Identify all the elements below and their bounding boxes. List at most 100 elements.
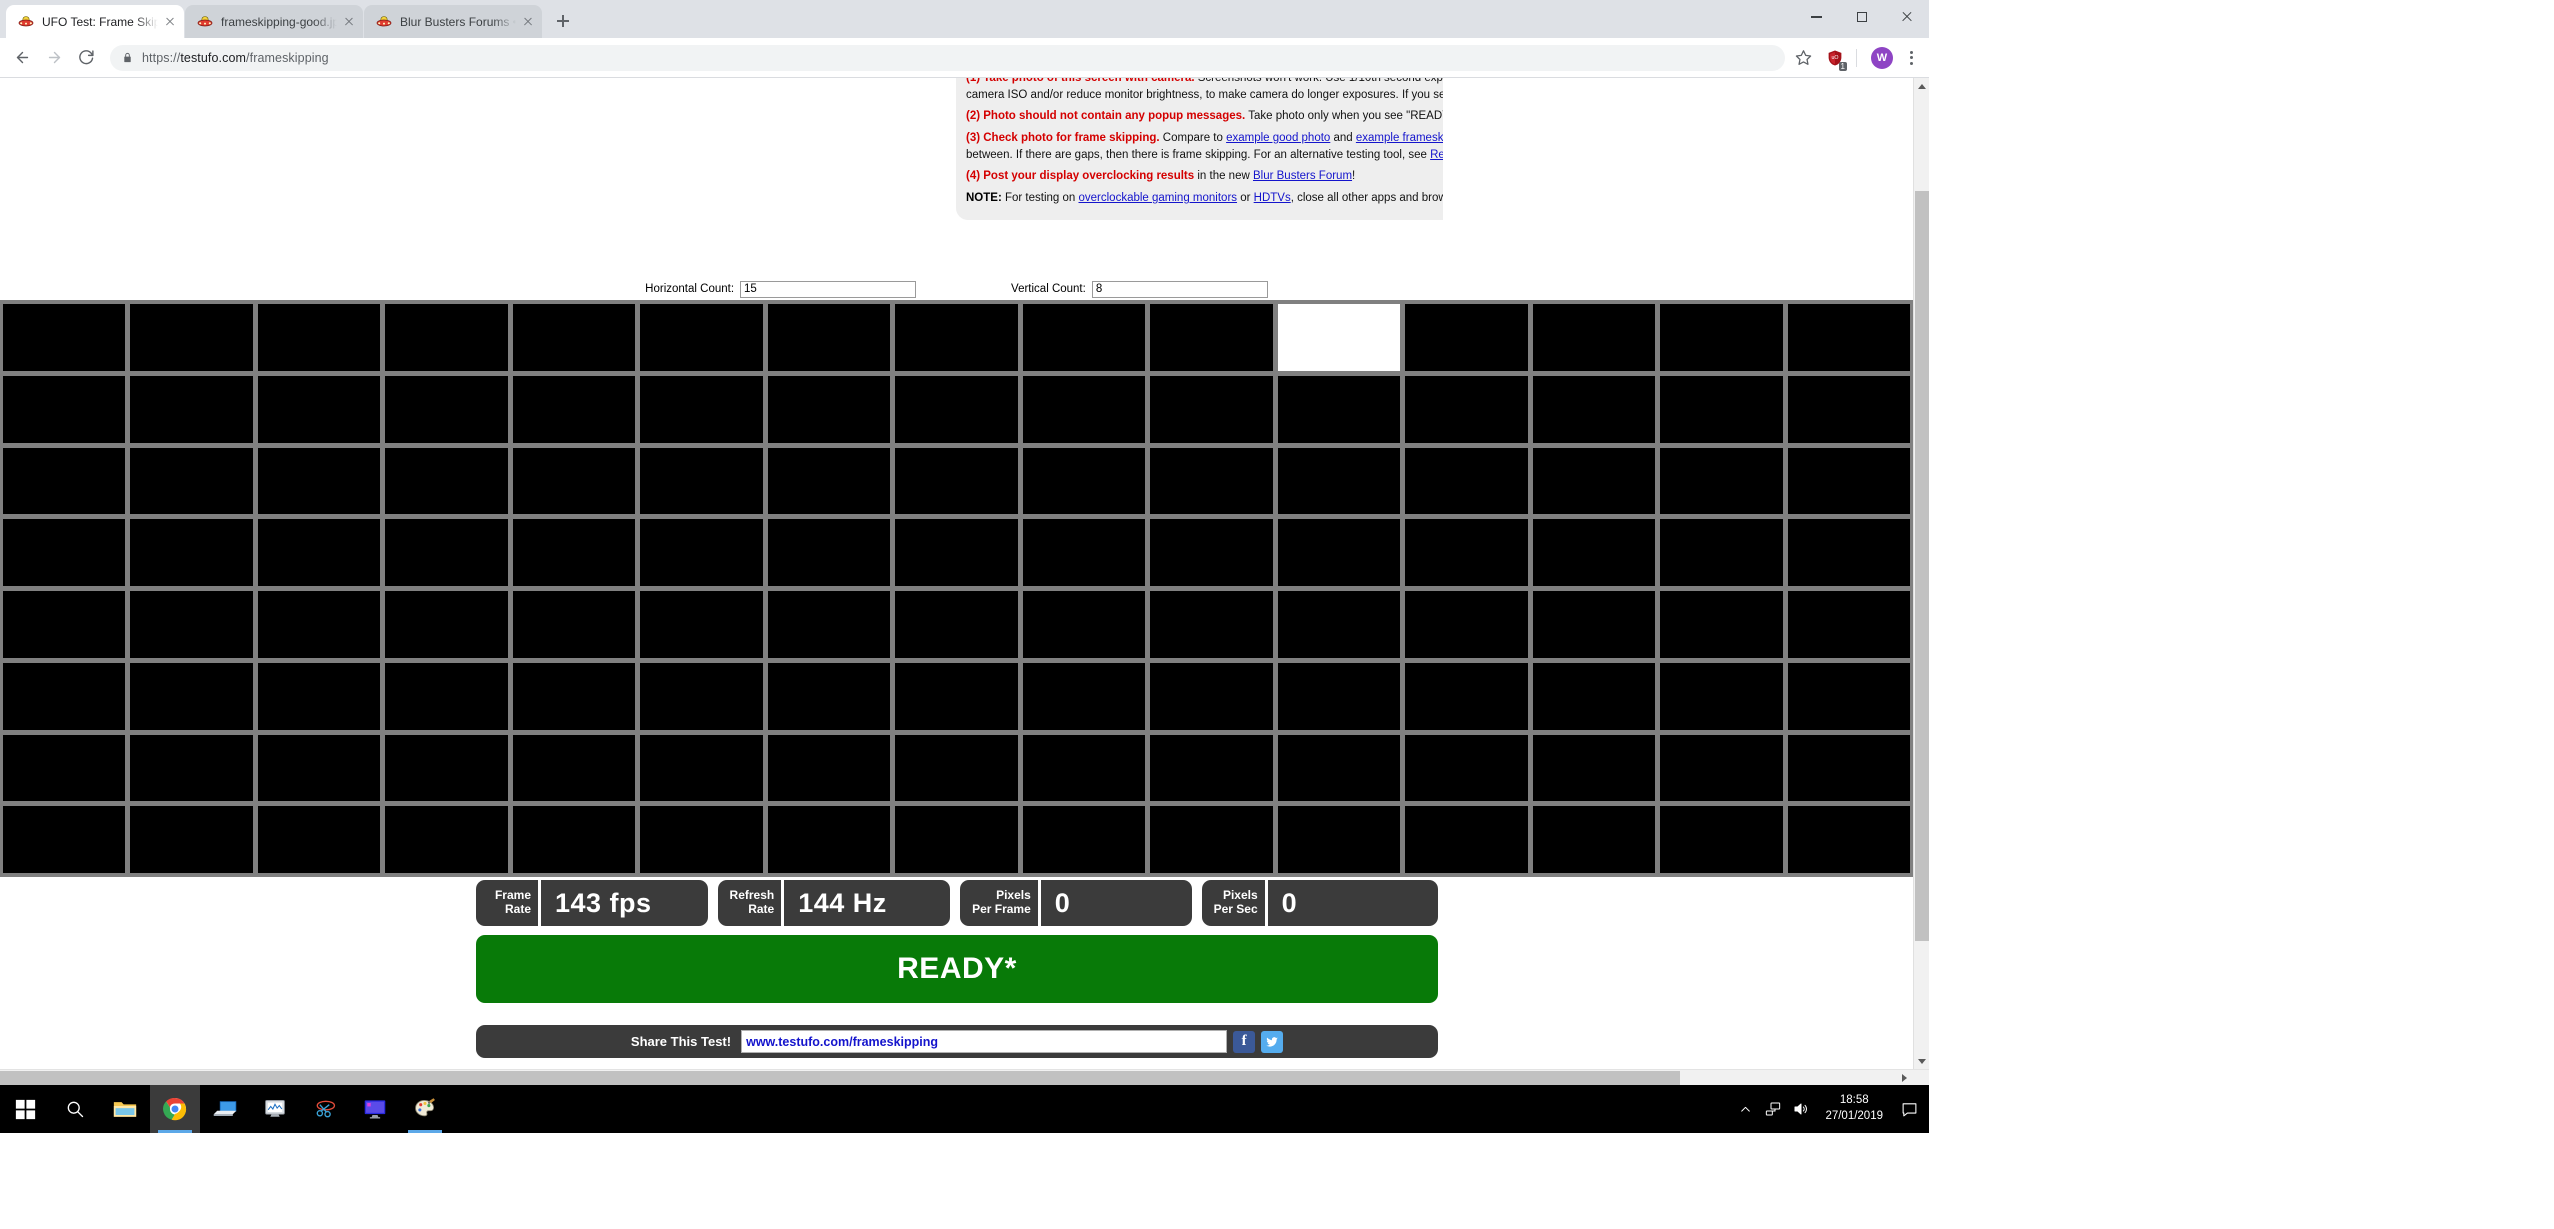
grid-cell [1150,806,1273,873]
minimize-button[interactable] [1794,0,1839,34]
grid-cell [895,591,1018,658]
task-manager-button[interactable] [250,1085,300,1133]
notification-icon[interactable] [1893,1085,1925,1133]
stat-label-top: Frame [494,888,531,903]
grid-cell [1787,447,1910,515]
share-url-input[interactable]: www.testufo.com/frameskipping [741,1030,1228,1053]
example-frameskipped-photo-link[interactable]: example frameskipped photo [1356,132,1443,144]
horizontal-scrollbar[interactable] [0,1069,1929,1085]
url-scheme: https:// [142,50,181,65]
profile-avatar[interactable]: W [1871,46,1893,69]
grid-cell [1150,447,1273,515]
grid-cell [767,806,891,873]
scroll-down-arrow-icon[interactable] [1914,1053,1929,1069]
refresh-rate-multitool-link[interactable]: Refresh Rate Multitool [1430,149,1443,161]
grid-cell [1532,447,1656,515]
scroll-up-arrow-icon[interactable] [1914,78,1929,94]
close-icon[interactable] [341,14,357,30]
ublock-origin-icon[interactable]: uO 1 [1826,49,1847,71]
clock-date: 27/01/2019 [1825,1110,1883,1122]
file-explorer-button[interactable] [100,1085,150,1133]
example-good-photo-link[interactable]: example good photo [1226,132,1330,144]
close-window-button[interactable] [1884,0,1929,34]
new-tab-button[interactable] [549,7,577,35]
maximize-button[interactable] [1839,0,1884,34]
close-icon[interactable] [162,14,178,30]
hdtvs-link[interactable]: HDTVs [1254,192,1291,204]
browser-tab-3[interactable]: Blur Busters Forums • Post a new [364,5,542,38]
vertical-scrollbar[interactable] [1913,78,1929,1085]
grid-cell [512,806,636,873]
chevron-up-icon[interactable] [1731,1085,1759,1133]
system-tray: 18:58 27/01/2019 [1731,1085,1929,1133]
grid-cell [1277,734,1401,802]
grid-cell [1787,375,1910,443]
horizontal-count-input[interactable] [740,280,917,298]
snipping-tool-button[interactable] [300,1085,350,1133]
grid-cell [1277,375,1401,443]
scrollbar-thumb[interactable] [1915,191,1929,941]
instruction-1-heading: (1) Take photo of this screen with camer… [966,78,1195,84]
star-icon[interactable] [1795,49,1812,66]
stat-label: Pixels Per Sec [1202,880,1265,926]
taskbar-clock[interactable]: 18:58 27/01/2019 [1815,1085,1893,1133]
grid-cell [130,806,253,873]
reload-icon[interactable] [72,44,100,72]
search-button[interactable] [50,1085,100,1133]
three-dot-menu-icon[interactable] [1901,47,1921,69]
grid-cell [3,447,126,515]
window-controls [1794,0,1929,34]
grid-cell [1277,591,1401,658]
remote-desktop-button[interactable] [200,1085,250,1133]
scissors-icon [316,1100,336,1118]
speaker-icon[interactable] [1787,1085,1815,1133]
vertical-count-input[interactable] [1091,280,1268,298]
grid-cell [1532,519,1656,586]
start-button[interactable] [0,1085,50,1133]
chrome-button[interactable] [150,1085,200,1133]
display-settings-button[interactable] [350,1085,400,1133]
paint-button[interactable] [400,1085,450,1133]
grid-cell [385,375,508,443]
network-icon[interactable] [1759,1085,1787,1133]
search-icon [67,1101,84,1118]
grid-cell [512,375,636,443]
stat-label-top: Refresh [729,888,775,903]
facebook-icon[interactable]: f [1233,1030,1256,1053]
windows-taskbar: 18:58 27/01/2019 [0,1085,1929,1133]
close-icon[interactable] [520,14,536,30]
horizontal-scrollbar-thumb[interactable] [0,1071,1680,1085]
browser-tab-1[interactable]: UFO Test: Frame Skipping Checker [6,5,184,38]
vertical-count-label: Vertical Count: [1011,283,1086,295]
grid-cell [257,591,381,658]
grid-cell [895,806,1018,873]
grid-cell [1150,375,1273,443]
ufo-icon [18,14,34,30]
browser-tab-2[interactable]: frameskipping-good.jpg (960×50 [185,5,363,38]
note-body-a: For testing on [1001,192,1079,205]
grid-cell [1787,519,1910,586]
chrome-browser-window: UFO Test: Frame Skipping Checker framesk… [0,0,1929,1085]
grid-cell [257,304,381,371]
grid-cell [1405,662,1528,730]
instruction-line-1: (1) Take photo of this screen with camer… [966,78,1443,103]
frame-rate-value: 143 fps [538,880,708,926]
grid-cell [640,662,763,730]
twitter-icon[interactable] [1261,1030,1284,1053]
overclockable-monitors-link[interactable]: overclockable gaming monitors [1079,192,1238,204]
grid-cell [1022,519,1146,586]
grid-cell [385,662,508,730]
forward-arrow-icon[interactable] [40,44,68,72]
grid-cell [1532,591,1656,658]
grid-cell [1405,375,1528,443]
pixels-per-sec-value: 0 [1264,880,1438,926]
instruction-4-body-b: ! [1352,170,1356,183]
scroll-right-arrow-icon[interactable] [1896,1070,1912,1085]
blur-busters-forum-link[interactable]: Blur Busters Forum [1253,170,1352,182]
frame-skipping-grid[interactable] [0,304,1913,873]
stat-pixels-per-sec: Pixels Per Sec 0 [1201,880,1438,926]
grid-cell [512,519,636,586]
grid-cell [1660,734,1783,802]
back-arrow-icon[interactable] [8,44,36,72]
address-bar[interactable]: https://testufo.com/frameskipping [110,44,1785,71]
